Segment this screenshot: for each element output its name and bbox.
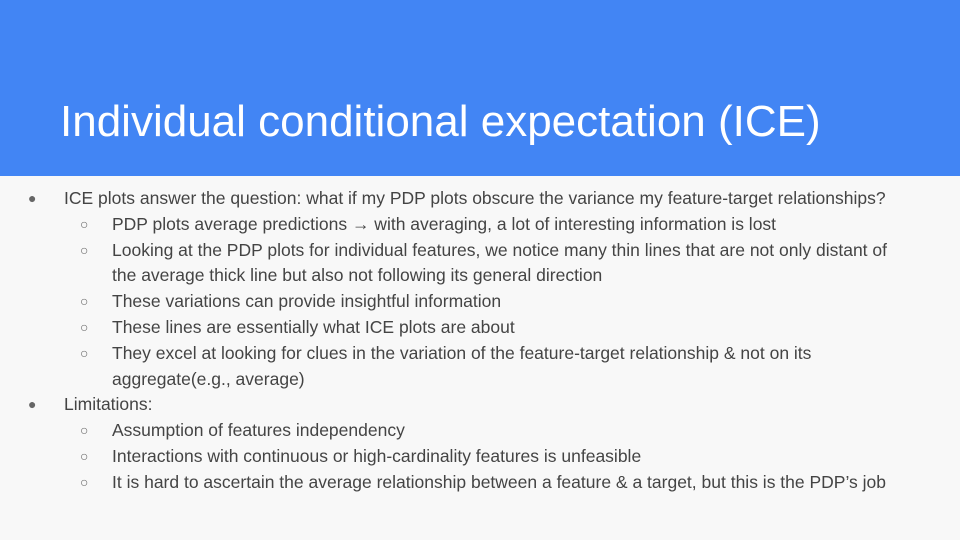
title-banner: Individual conditional expectation (ICE) [0,0,960,176]
sub-bullet-item: ○ Interactions with continuous or high-ca… [0,444,960,470]
hollow-circle-bullet-icon: ○ [80,447,89,464]
bullet-text-line: the average thick line but also not foll… [112,265,603,286]
bullet-item: ● ICE plots answer the question: what if … [0,186,960,212]
hollow-circle-bullet-icon: ○ [80,422,89,439]
sub-bullet-item: ○ PDP plots average predictions → with av… [0,212,960,238]
bullet-text-line: Interactions with continuous or high-car… [112,445,642,466]
bullet-list: ● ICE plots answer the question: what if … [0,186,960,496]
slide-title: Individual conditional expectation (ICE) [60,97,821,146]
bullet-text-line: Looking at the PDP plots for individual … [112,239,887,260]
bullet-text-line: ICE plots answer the question: what if m… [64,188,886,208]
hollow-circle-bullet-icon: ○ [80,215,89,232]
bullet-text-line: It is hard to ascertain the average rela… [112,471,887,492]
bullet-text-line: aggregate(e.g., average) [112,368,305,389]
sub-bullet-item: ○ These lines are essentially what ICE pl… [0,315,960,341]
sub-bullet-item: ○ Looking at the PDP plots for individual… [0,238,960,290]
bullet-text-line: PDP plots average predictions → with ave… [112,213,777,234]
sub-bullet-item: ○ They excel at looking for clues in the … [0,341,960,393]
hollow-circle-bullet-icon: ○ [80,241,89,258]
hollow-circle-bullet-icon: ○ [80,318,89,335]
hollow-circle-bullet-icon: ○ [80,473,89,490]
bullet-text-line: They excel at looking for clues in the v… [112,342,812,363]
bullet-text-line: Assumption of features independency [112,420,405,441]
sub-bullet-item: ○ It is hard to ascertain the average rel… [0,470,960,496]
sub-bullet-item: ○ These variations can provide insightful… [0,289,960,315]
sub-bullet-item: ○ Assumption of features independency [0,418,960,444]
bullet-text-line: These lines are essentially what ICE plo… [112,316,515,337]
filled-circle-bullet-icon: ● [28,190,37,206]
hollow-circle-bullet-icon: ○ [80,293,89,310]
filled-circle-bullet-icon: ● [28,396,37,413]
hollow-circle-bullet-icon: ○ [80,344,89,361]
bullet-text-line: These variations can provide insightful … [112,291,502,312]
bullet-item: ● Limitations: [0,392,960,418]
bullet-text-line: Limitations: [64,394,153,415]
